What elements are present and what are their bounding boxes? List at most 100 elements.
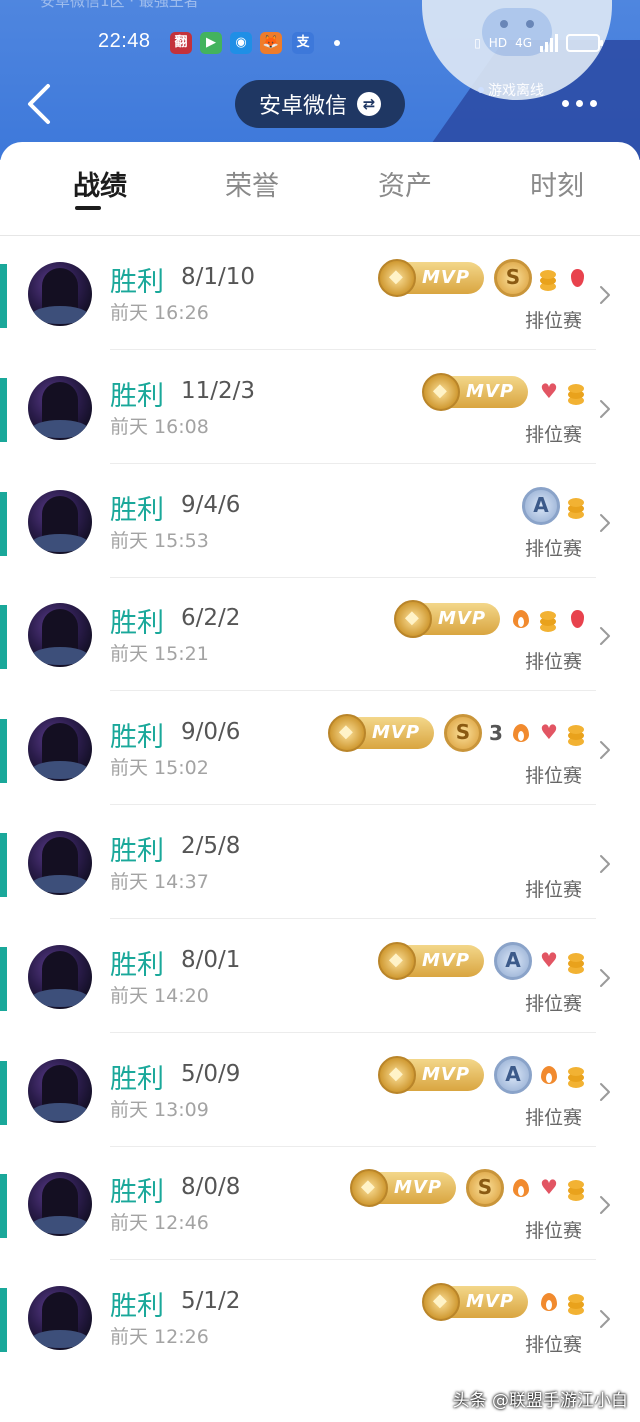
- match-kda: 8/1/10: [181, 264, 256, 290]
- hero-avatar: [28, 489, 92, 554]
- mvp-text: MVP: [438, 608, 487, 630]
- match-result: 胜利: [110, 836, 164, 867]
- mvp-medal-icon: [328, 714, 366, 753]
- mvp-medal-icon: [422, 1283, 460, 1322]
- match-row[interactable]: 胜利 9/4/6 前天 15:53 排位赛 A: [0, 464, 640, 578]
- match-result: 胜利: [110, 949, 164, 981]
- top-header: 安卓微信1区 · 最强王者 22:48 翻 ▶ ◉ 🦊 支 ▯ HD 4G 安卓微信 ⇄…: [0, 0, 640, 160]
- achievement-badges: MVP: [394, 600, 588, 639]
- coins-icon: [566, 1064, 588, 1086]
- match-row[interactable]: 胜利 11/2/3 前天 16:08 排位赛 MVP: [0, 350, 640, 464]
- match-kda: 8/0/8: [181, 1174, 241, 1201]
- grade-s-badge: S: [466, 1169, 504, 1208]
- win-accent-bar: [0, 833, 7, 897]
- notification-dot: [334, 40, 340, 46]
- match-result: 胜利: [110, 608, 164, 640]
- mvp-medal-icon: [378, 941, 416, 980]
- mvp-text: MVP: [422, 949, 471, 971]
- more-dot-icon: [590, 99, 597, 107]
- match-mode: 排位赛: [524, 992, 582, 1015]
- hero-avatar: [28, 1058, 92, 1123]
- tab-assets[interactable]: 资产: [360, 164, 450, 203]
- match-time: 前天 14:37: [110, 871, 209, 893]
- chevron-right-icon: [600, 286, 610, 304]
- tab-moments[interactable]: 时刻: [512, 164, 602, 203]
- back-button[interactable]: [24, 82, 60, 126]
- win-accent-bar: [0, 377, 7, 442]
- achievement-badges: MVP S3: [328, 714, 588, 753]
- match-mode: 排位赛: [524, 310, 582, 332]
- network-label: 4G: [515, 36, 532, 50]
- match-result: 胜利: [110, 380, 164, 412]
- status-bar: 22:48 翻 ▶ ◉ 🦊 支 ▯ HD 4G: [0, 28, 640, 58]
- match-time: 前天 14:20: [110, 984, 209, 1007]
- match-kda: 5/0/9: [181, 1060, 241, 1087]
- account-switch-button[interactable]: 安卓微信 ⇄: [235, 80, 405, 128]
- mvp-badge: MVP: [394, 600, 500, 639]
- match-row[interactable]: 胜利 5/0/9 前天 13:09 排位赛 MVP A: [0, 1033, 640, 1147]
- match-kda: 11/2/3: [181, 377, 256, 404]
- chevron-right-icon: [600, 968, 610, 987]
- hd-label: HD: [488, 36, 508, 50]
- match-row[interactable]: 胜利 2/5/8 前天 14:37 排位赛: [0, 805, 640, 919]
- hero-avatar: [28, 1172, 92, 1237]
- chevron-right-icon: [600, 1196, 610, 1215]
- grade-s-badge: S: [444, 714, 482, 753]
- hero-avatar: [28, 831, 92, 895]
- mvp-badge: MVP: [328, 714, 434, 753]
- match-mode: 排位赛: [524, 651, 582, 674]
- game-status-text: 游戏离线: [488, 83, 544, 99]
- match-row[interactable]: 胜利 6/2/2 前天 15:21 排位赛 MVP: [0, 577, 640, 692]
- win-accent-bar: [0, 1288, 7, 1353]
- win-accent-bar: [0, 1174, 7, 1239]
- match-time: 前天 16:08: [110, 415, 209, 438]
- win-accent-bar: [0, 946, 7, 1011]
- tab-record[interactable]: 战绩: [55, 164, 145, 203]
- swap-icon: ⇄: [357, 92, 381, 116]
- achievement-badges: MVP S: [378, 259, 588, 297]
- coins-icon: [566, 950, 588, 972]
- fire-icon: [538, 1064, 560, 1086]
- win-accent-bar: [0, 1060, 7, 1125]
- tab-bar: 战绩 荣誉 资产 时刻: [0, 142, 640, 236]
- coins-icon: [566, 1177, 588, 1199]
- account-label: 安卓微信: [258, 94, 347, 119]
- mvp-medal-icon: [394, 600, 432, 639]
- win-accent-bar: [0, 491, 7, 556]
- mvp-badge: MVP: [378, 941, 484, 980]
- mvp-badge: MVP: [378, 1055, 484, 1094]
- chevron-left-icon: [28, 84, 50, 124]
- tab-honor[interactable]: 荣誉: [207, 164, 297, 203]
- match-row[interactable]: 胜利 9/0/6 前天 15:02 排位赛 MVP S3: [0, 691, 640, 806]
- match-mode: 排位赛: [524, 423, 582, 446]
- fire-icon: [538, 1291, 560, 1313]
- grade-a-badge: A: [522, 486, 560, 525]
- mvp-text: MVP: [466, 380, 515, 402]
- fire-icon: [510, 722, 532, 744]
- mvp-medal-icon: [350, 1169, 388, 1208]
- more-options-button[interactable]: [562, 96, 602, 110]
- win-accent-bar: [0, 264, 7, 328]
- more-dot-icon: [562, 99, 569, 107]
- lotus-icon: [538, 379, 560, 403]
- chevron-right-icon: [600, 399, 610, 418]
- match-time: 前天 12:26: [110, 1326, 209, 1349]
- match-row[interactable]: 胜利 5/1/2 前天 12:26 排位赛 MVP: [0, 1260, 640, 1374]
- game-status: 游戏离线: [478, 80, 544, 100]
- chevron-right-icon: [600, 513, 610, 532]
- match-mode: 排位赛: [524, 1220, 582, 1243]
- hero-avatar: [28, 262, 92, 326]
- match-row[interactable]: 胜利 8/0/1 前天 14:20 排位赛 MVP A: [0, 919, 640, 1033]
- coins-icon: [566, 1291, 588, 1313]
- match-row[interactable]: 胜利 8/0/8 前天 12:46 排位赛 MVP S: [0, 1146, 640, 1261]
- drop-icon: [566, 608, 588, 630]
- grade-a-badge: A: [494, 1055, 532, 1094]
- battery-icon: [566, 34, 603, 52]
- camera-app-icon: ◉: [230, 32, 252, 54]
- match-time: 前天 15:02: [110, 757, 209, 780]
- mvp-text: MVP: [466, 1291, 515, 1313]
- status-dot-icon: [478, 87, 484, 93]
- match-row[interactable]: 胜利 8/1/10 前天 16:26 排位赛 MVP S: [0, 236, 640, 350]
- chevron-right-icon: [600, 741, 610, 760]
- active-tab-indicator: [75, 206, 101, 210]
